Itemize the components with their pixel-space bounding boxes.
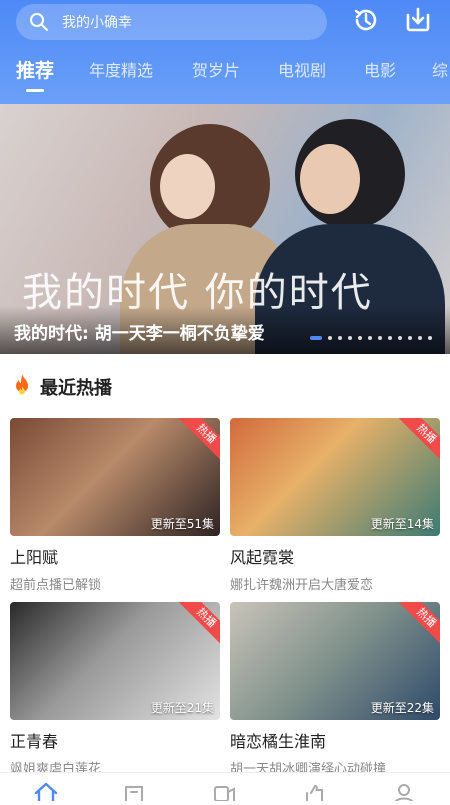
- drama-thumbnail: 热播 更新至21集: [10, 602, 220, 720]
- carousel-indicator: [310, 336, 432, 340]
- video-icon[interactable]: [212, 781, 236, 802]
- drama-thumbnail: 热播 更新至22集: [230, 602, 440, 720]
- drama-title: 风起霓裳: [230, 548, 295, 567]
- carousel-dot: [428, 336, 432, 340]
- banner-figure-right-face: [300, 144, 360, 214]
- carousel-dot: [388, 336, 392, 340]
- category-tabs: 推荐 年度精选 贺岁片 电视剧 电影 综: [0, 56, 450, 92]
- search-bar[interactable]: 我的小确幸: [16, 4, 327, 40]
- episode-count: 更新至14集: [370, 517, 434, 531]
- drama-card[interactable]: 热播 更新至14集 风起霓裳 娜扎许魏洲开启大唐爱恋: [230, 418, 440, 593]
- tab-annual-picks[interactable]: 年度精选: [89, 56, 153, 92]
- banner-caption: 我的时代: 胡一天李一桐不负挚爱: [14, 324, 265, 344]
- drama-thumbnail: 热播 更新至14集: [230, 418, 440, 536]
- drama-card[interactable]: 热播 更新至51集 上阳赋 超前点播已解锁: [10, 418, 220, 593]
- episode-count: 更新至22集: [370, 701, 434, 715]
- hot-badge: 热播: [179, 418, 220, 461]
- banner-figure-left-face: [160, 154, 215, 219]
- tab-label: 电视剧: [278, 61, 327, 80]
- history-button[interactable]: [350, 6, 382, 38]
- tab-tv-series[interactable]: 电视剧: [278, 56, 326, 92]
- drama-title: 正青春: [10, 732, 59, 751]
- carousel-dot: [408, 336, 412, 340]
- tab-label: 综: [432, 61, 449, 80]
- active-tab-indicator: [26, 89, 44, 92]
- tab-label: 年度精选: [89, 61, 154, 80]
- carousel-dot: [398, 336, 402, 340]
- channel-icon[interactable]: [122, 781, 146, 802]
- bottom-navigation: [0, 772, 450, 804]
- carousel-dot: [348, 336, 352, 340]
- carousel-dot: [338, 336, 342, 340]
- search-placeholder: 我的小确幸: [62, 15, 132, 31]
- top-header: 我的小确幸 推荐 年度精选 贺岁片 电视剧 电影 综: [0, 0, 450, 104]
- fire-icon: [12, 373, 32, 401]
- tab-label: 贺岁片: [192, 61, 241, 80]
- thumb-icon[interactable]: [302, 781, 326, 802]
- profile-icon[interactable]: [392, 781, 416, 804]
- carousel-dot: [368, 336, 372, 340]
- tab-label: 电影: [364, 61, 397, 80]
- drama-description: 超前点播已解锁: [10, 578, 102, 593]
- drama-title: 上阳赋: [10, 548, 59, 567]
- drama-title: 暗恋橘生淮南: [230, 732, 327, 751]
- hero-banner[interactable]: 我的时代 你的时代 我的时代: 胡一天李一桐不负挚爱: [0, 104, 450, 354]
- episode-count: 更新至21集: [150, 701, 214, 715]
- carousel-dot: [328, 336, 332, 340]
- hot-badge: 热播: [179, 602, 220, 645]
- section-header-recent-hot: 最近热播: [12, 372, 112, 402]
- drama-card[interactable]: 热播 更新至22集 暗恋橘生淮南 胡一天胡冰卿演绎心动碰撞: [230, 602, 440, 777]
- download-button[interactable]: [402, 6, 434, 38]
- tab-label: 推荐: [16, 60, 55, 82]
- section-title: 最近热播: [40, 378, 112, 399]
- drama-thumbnail: 热播 更新至51集: [10, 418, 220, 536]
- download-icon: [403, 5, 433, 39]
- drama-card[interactable]: 热播 更新至21集 正青春 飒姐爽虐白莲花: [10, 602, 220, 777]
- tab-new-year-films[interactable]: 贺岁片: [192, 56, 240, 92]
- carousel-dot: [378, 336, 382, 340]
- search-icon: [28, 11, 50, 33]
- episode-count: 更新至51集: [150, 517, 214, 531]
- drama-description: 娜扎许魏洲开启大唐爱恋: [230, 578, 374, 593]
- hot-badge: 热播: [399, 418, 440, 461]
- tab-movies[interactable]: 电影: [364, 56, 396, 92]
- carousel-dot: [358, 336, 362, 340]
- carousel-dot: [418, 336, 422, 340]
- tab-variety[interactable]: 综: [432, 56, 448, 92]
- carousel-dot-active: [310, 336, 322, 340]
- hot-badge: 热播: [399, 602, 440, 645]
- history-icon: [351, 5, 381, 39]
- tab-recommend[interactable]: 推荐: [16, 56, 54, 92]
- home-icon[interactable]: [34, 781, 58, 803]
